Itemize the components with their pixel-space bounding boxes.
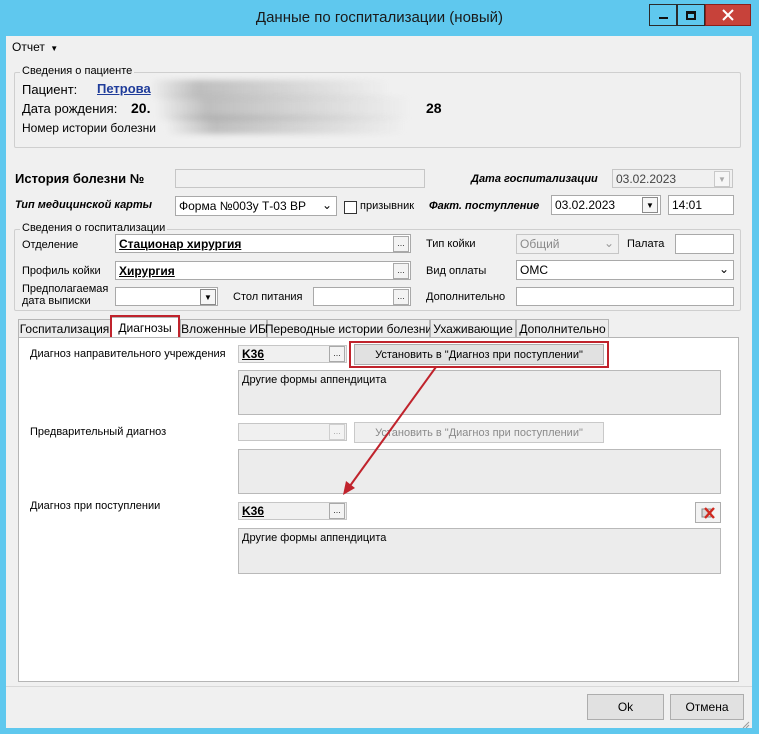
annotation-arrow-line (346, 366, 437, 491)
cancel-button[interactable]: Отмена (670, 694, 744, 720)
resize-grip-icon[interactable] (742, 718, 750, 729)
ok-button[interactable]: Ok (587, 694, 664, 720)
annotation-arrow (343, 366, 437, 495)
ok-label: Ok (617, 700, 634, 714)
cancel-label: Отмена (685, 700, 729, 714)
footer-divider (6, 686, 752, 687)
